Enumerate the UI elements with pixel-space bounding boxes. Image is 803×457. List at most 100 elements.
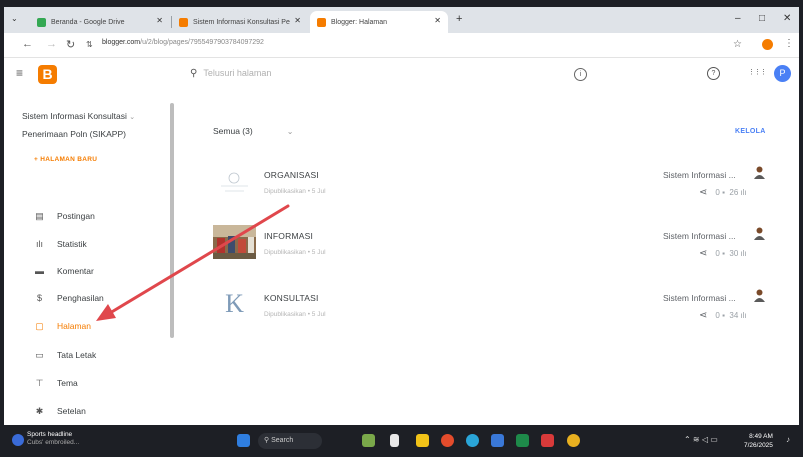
forward-icon[interactable]: →	[46, 38, 57, 50]
author-avatar	[754, 166, 765, 179]
comment-icon: ▪	[722, 311, 725, 320]
blog-selector[interactable]: Sistem Informasi Konsultasi ⌄ Penerimaan…	[22, 108, 162, 143]
sidebar-item-label: Statistik	[57, 239, 87, 249]
tab-sikapp[interactable]: Sistem Informasi Konsultasi Pe ✕	[172, 11, 308, 33]
info-icon[interactable]: i	[574, 68, 587, 81]
search-placeholder: Telusuri halaman	[203, 68, 272, 78]
sidebar-item-posts[interactable]: ▤ Postingan	[34, 208, 95, 224]
page-title[interactable]: KONSULTASI	[264, 293, 319, 303]
blog-name: Sistem Informasi Konsultasi	[22, 111, 127, 121]
close-window-button[interactable]: ✕	[783, 13, 791, 24]
share-icon[interactable]: ⋖	[699, 310, 707, 321]
file-explorer-icon[interactable]	[416, 434, 429, 447]
page-row[interactable]: ORGANISASI Dipublikasikan • 5 Jul Sistem…	[213, 164, 773, 214]
tab-blogger-halaman[interactable]: Blogger: Halaman ✕	[310, 11, 448, 33]
menu-dots-icon[interactable]: ⋮	[784, 38, 794, 49]
sidebar-item-stats[interactable]: ılı Statistik	[34, 236, 87, 252]
close-icon[interactable]: ✕	[434, 16, 441, 25]
share-icon[interactable]: ⋖	[699, 187, 707, 198]
office-icon[interactable]	[441, 434, 454, 447]
chrome-icon[interactable]	[567, 434, 580, 447]
minimize-button[interactable]: –	[735, 13, 741, 24]
news-widget[interactable]: Sports headline Cubs' embroiled...	[27, 431, 79, 447]
author-avatar	[754, 289, 765, 302]
theme-icon: ⊤	[35, 377, 44, 388]
sidebar-item-label: Halaman	[57, 321, 92, 331]
sidebar-item-label: Penghasilan	[57, 293, 104, 303]
blogger-icon	[179, 17, 188, 27]
url-path: /u/2/blog/pages/7955497903784097292	[140, 39, 264, 46]
sidebar-item-label: Setelan	[57, 406, 86, 416]
blogger-logo[interactable]: B	[38, 65, 57, 84]
apps-grid-icon[interactable]: ⋮⋮⋮	[748, 68, 767, 76]
sidebar-item-comments[interactable]: ▬ Komentar	[34, 263, 94, 279]
bookmark-star-icon[interactable]: ☆	[733, 39, 742, 50]
drive-icon	[37, 17, 46, 27]
sidebar-item-layout[interactable]: ▭ Tata Letak	[34, 347, 96, 363]
help-icon[interactable]: ?	[707, 67, 720, 80]
notification-bell-icon[interactable]: ♪	[786, 435, 790, 444]
page-stats: ⋖ 0 ▪ 34 ılı	[699, 310, 747, 321]
excel-icon[interactable]	[516, 434, 529, 447]
chevron-down-icon: ⌄	[129, 114, 136, 121]
filter-label: Semua (3)	[213, 126, 253, 136]
task-view-icon[interactable]	[390, 434, 399, 447]
comment-icon: ▪	[722, 188, 725, 197]
sidebar-item-pages[interactable]: ▢ Halaman	[34, 318, 91, 334]
page-title[interactable]: INFORMASI	[264, 231, 313, 241]
system-tray[interactable]: ⌃ ≋ ◁ ▭	[684, 435, 718, 444]
url-field[interactable]: blogger.com/u/2/blog/pages/7955497903784…	[102, 39, 264, 46]
close-icon[interactable]: ✕	[294, 16, 301, 25]
weather-icon	[12, 434, 24, 446]
back-icon[interactable]: ←	[22, 38, 33, 50]
page-row[interactable]: K KONSULTASI Dipublikasikan • 5 Jul Sist…	[213, 287, 773, 337]
store-icon[interactable]	[491, 434, 504, 447]
views-icon: ılı	[740, 188, 747, 197]
search-icon: ⚲	[190, 68, 198, 79]
clock[interactable]: 8:49 AM 7/26/2025	[744, 432, 773, 450]
taskbar-search-label: Search	[271, 437, 294, 444]
page-thumbnail	[213, 164, 256, 198]
clock-time: 8:49 AM	[749, 433, 773, 440]
comment-count: 0	[715, 249, 720, 258]
page-thumbnail: K	[225, 289, 244, 318]
reload-icon[interactable]: ↻	[66, 38, 75, 51]
sidebar: Sistem Informasi Konsultasi ⌄ Penerimaan…	[4, 98, 172, 425]
news-title: Sports headline	[27, 431, 73, 438]
tab-title: Sistem Informasi Konsultasi Pe	[193, 18, 290, 26]
page-row[interactable]: INFORMASI Dipublikasikan • 5 Jul Sistem …	[213, 225, 773, 275]
site-info-icon[interactable]: ⇅	[86, 40, 93, 49]
edge-icon[interactable]	[466, 434, 479, 447]
url-host: blogger.com	[102, 39, 141, 46]
address-bar: ← → ↻ ⇅ blogger.com/u/2/blog/pages/79554…	[4, 33, 799, 58]
avatar[interactable]: P	[774, 65, 791, 82]
sidebar-item-settings[interactable]: ✱ Setelan	[34, 403, 86, 419]
page-title[interactable]: ORGANISASI	[264, 170, 319, 180]
hamburger-menu-icon[interactable]: ≡	[16, 66, 23, 80]
sidebar-item-theme[interactable]: ⊤ Tema	[34, 375, 78, 391]
tab-title: Blogger: Halaman	[331, 18, 388, 26]
tab-google-drive[interactable]: Beranda - Google Drive ✕	[30, 11, 170, 33]
taskbar-search[interactable]: ⚲ Search	[258, 433, 322, 449]
stats-icon: ılı	[35, 239, 43, 249]
sidebar-item-label: Tata Letak	[57, 350, 97, 360]
page-author: Sistem Informasi ...	[663, 231, 736, 241]
pdf-icon[interactable]	[541, 434, 554, 447]
close-icon[interactable]: ✕	[156, 16, 163, 25]
new-page-button[interactable]: + HALAMAN BARU	[34, 156, 97, 163]
screen-frame: ⌄ Beranda - Google Drive ✕ Sistem Inform…	[0, 0, 803, 457]
profile-icon[interactable]	[762, 39, 773, 50]
sidebar-scrollbar[interactable]	[170, 103, 174, 338]
comment-count: 0	[715, 188, 720, 197]
windows-start-icon[interactable]	[237, 434, 250, 447]
maximize-button[interactable]: □	[759, 13, 765, 24]
browser-window: ⌄ Beranda - Google Drive ✕ Sistem Inform…	[4, 7, 799, 425]
share-icon[interactable]: ⋖	[699, 248, 707, 259]
search-field[interactable]: ⚲ Telusuri halaman	[190, 68, 271, 79]
filter-dropdown[interactable]: Semua (3) ⌄	[213, 126, 293, 136]
sidebar-item-earnings[interactable]: $ Penghasilan	[34, 290, 104, 306]
new-tab-button[interactable]: +	[456, 13, 462, 25]
widgets-icon[interactable]	[362, 434, 375, 447]
tab-search-icon[interactable]: ⌄	[11, 14, 18, 23]
manage-button[interactable]: KELOLA	[735, 128, 766, 135]
